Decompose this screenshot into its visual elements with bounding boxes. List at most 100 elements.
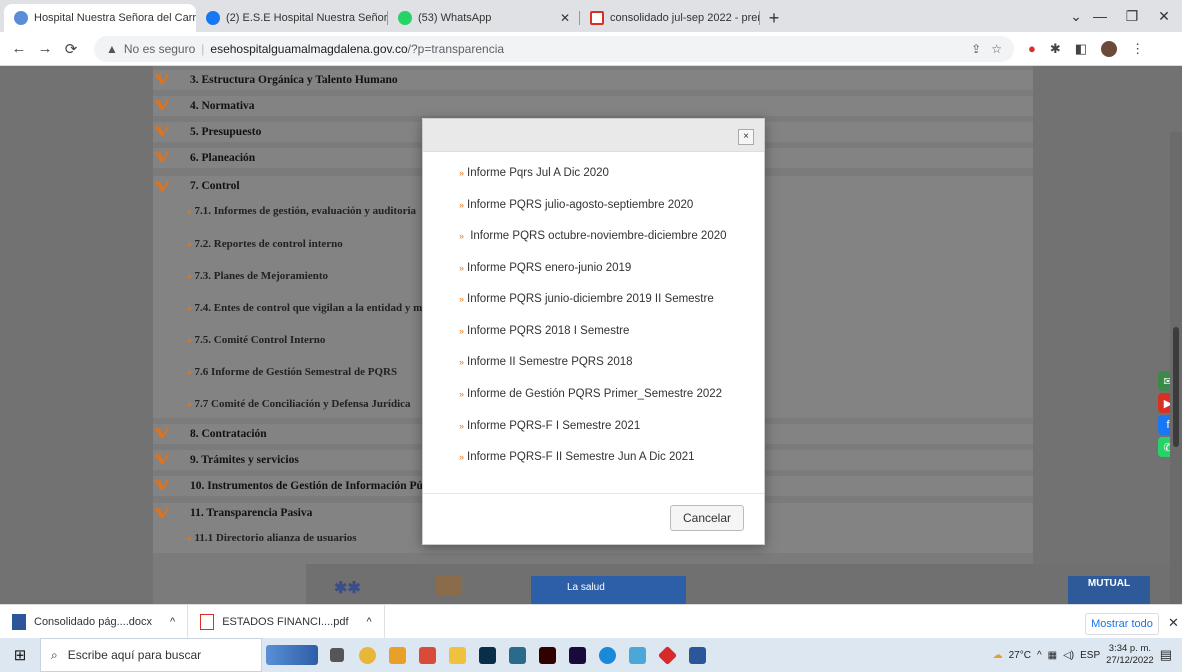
- download-item-pdf[interactable]: ESTADOS FINANCI....pdf ^: [188, 604, 385, 639]
- hospital-favicon-icon: [14, 11, 28, 25]
- windows-start-icon[interactable]: ⊞: [0, 646, 40, 664]
- section-3[interactable]: v 3. Estructura Orgánica y Talento Humano: [153, 68, 1033, 90]
- report-link[interactable]: » Informe PQRS junio-diciembre 2019 II Se…: [459, 293, 714, 305]
- subitem-7-3[interactable]: » 7.3. Planes de Mejoramiento: [187, 270, 328, 282]
- report-link[interactable]: » Informe PQRS-F I Semestre 2021: [459, 420, 640, 432]
- tab-gmail[interactable]: consolidado jul-sep 2022 - prens ✕: [580, 4, 760, 32]
- chevron-down-icon: v: [154, 145, 170, 167]
- downloads-bar: Consolidado pág....docx ^ ESTADOS FINANC…: [0, 604, 1182, 639]
- volume-icon[interactable]: ◁): [1063, 650, 1074, 661]
- clock-time: 3:34 p. m.: [1108, 643, 1152, 654]
- report-link[interactable]: » Informe Pqrs Jul A Dic 2020: [459, 167, 609, 179]
- download-item-docx[interactable]: Consolidado pág....docx ^: [0, 604, 189, 639]
- tab-hospital[interactable]: Hospital Nuestra Señora del Carr ✕: [4, 4, 196, 32]
- cancel-button[interactable]: Cancelar: [670, 505, 744, 531]
- pqrs-reports-modal: × » Informe Pqrs Jul A Dic 2020 » Informe …: [422, 118, 765, 545]
- url-host: esehospitalguamalmagdalena.gov.co: [210, 41, 408, 56]
- reload-icon[interactable]: ⟳: [58, 40, 84, 58]
- modal-header: ×: [423, 119, 764, 152]
- whatsapp-icon: [398, 11, 412, 25]
- subitem-7-6[interactable]: » 7.6 Informe de Gestión Semestral de PQR…: [187, 366, 397, 378]
- chevron-down-icon: v: [154, 119, 170, 141]
- back-icon[interactable]: ←: [6, 40, 32, 57]
- clock[interactable]: 3:34 p. m. 27/12/2022: [1106, 643, 1154, 667]
- subitem-7-7[interactable]: » 7.7 Comité de Conciliación y Defensa Ju…: [187, 398, 411, 410]
- app-icon[interactable]: [622, 638, 652, 672]
- report-link[interactable]: » Informe PQRS-F II Semestre Jun A Dic 20…: [459, 451, 695, 463]
- tab-label: Hospital Nuestra Señora del Carr: [34, 12, 196, 24]
- scrollbar-thumb[interactable]: [1173, 327, 1179, 447]
- show-all-downloads-button[interactable]: Mostrar todo: [1085, 613, 1159, 635]
- tab-whatsapp[interactable]: (53) WhatsApp ✕: [388, 4, 580, 32]
- word-file-icon: [12, 613, 26, 630]
- salud-logo: La salud: [531, 576, 686, 604]
- edge-icon[interactable]: [592, 638, 622, 672]
- weather-icon: ☁: [992, 649, 1003, 661]
- subitem-11-1[interactable]: » 11.1 Directorio alianza de usuarios: [187, 532, 357, 544]
- close-window-button[interactable]: ✕: [1144, 0, 1182, 32]
- chevron-up-icon[interactable]: ^: [170, 616, 175, 628]
- premiere-icon[interactable]: [562, 638, 592, 672]
- app-icon[interactable]: [412, 638, 442, 672]
- language-indicator[interactable]: ESP: [1080, 650, 1100, 661]
- extension-icon[interactable]: ●: [1028, 41, 1036, 56]
- search-icon: ⌕: [51, 647, 58, 662]
- illustrator-icon[interactable]: [532, 638, 562, 672]
- section-4[interactable]: v 4. Normativa: [153, 94, 1033, 116]
- scrollbar[interactable]: [1170, 132, 1182, 604]
- address-bar[interactable]: ▲ No es seguro | esehospitalguamalmagdal…: [94, 35, 1014, 62]
- forward-icon[interactable]: →: [32, 40, 58, 57]
- download-filename: ESTADOS FINANCI....pdf: [222, 615, 349, 628]
- chevron-down-icon: v: [154, 447, 170, 469]
- tab-label: consolidado jul-sep 2022 - prens: [610, 12, 760, 24]
- bookmark-star-icon[interactable]: ☆: [991, 42, 1002, 56]
- system-tray: ☁ 27°C ^ ▦ ◁) ESP 3:34 p. m. 27/12/2022 …: [993, 638, 1182, 672]
- task-view-icon[interactable]: [322, 638, 352, 672]
- photoshop-icon[interactable]: [472, 638, 502, 672]
- security-label[interactable]: No es seguro: [124, 42, 195, 56]
- word-icon[interactable]: [682, 638, 712, 672]
- chrome-icon[interactable]: [352, 638, 382, 672]
- tab-facebook[interactable]: (2) E.S.E Hospital Nuestra Señora ✕: [196, 4, 388, 32]
- sidepanel-icon[interactable]: ◧: [1075, 41, 1087, 57]
- tab-label: (53) WhatsApp: [418, 12, 492, 24]
- subitem-7-1[interactable]: » 7.1. Informes de gestión, evaluación y …: [187, 205, 416, 217]
- taskbar-search-input[interactable]: ⌕ Escribe aquí para buscar: [40, 638, 262, 672]
- report-link[interactable]: » Informe PQRS julio-agosto-septiembre 20…: [459, 199, 693, 211]
- profile-avatar[interactable]: [1101, 40, 1118, 57]
- share-icon[interactable]: ⇪: [971, 42, 981, 56]
- app-icon[interactable]: [502, 638, 532, 672]
- subitem-7-2[interactable]: » 7.2. Reportes de control interno: [187, 238, 343, 250]
- report-link[interactable]: » Informe PQRS octubre-noviembre-diciemb…: [459, 230, 727, 242]
- tray-chevron-icon[interactable]: ^: [1037, 650, 1042, 661]
- download-filename: Consolidado pág....docx: [34, 615, 153, 628]
- pdf-file-icon: [200, 613, 215, 630]
- chevron-up-icon[interactable]: ^: [367, 616, 372, 628]
- close-downloads-icon[interactable]: ✕: [1168, 615, 1179, 631]
- extensions-puzzle-icon[interactable]: ✱: [1050, 41, 1061, 57]
- weather-temp[interactable]: 27°C: [1009, 650, 1031, 661]
- logo-icon: ✱✱: [334, 580, 361, 597]
- report-link[interactable]: » Informe de Gestión PQRS Primer_Semestre…: [459, 388, 722, 400]
- modal-close-button[interactable]: ×: [738, 129, 754, 145]
- app-icon[interactable]: [652, 638, 682, 672]
- notifications-icon[interactable]: ▤: [1160, 647, 1172, 663]
- subitem-7-5[interactable]: » 7.5. Comité Control Interno: [187, 334, 325, 346]
- report-link[interactable]: » Informe PQRS 2018 I Semestre: [459, 325, 629, 337]
- taskbar-widget[interactable]: [262, 638, 322, 672]
- chevron-down-icon: v: [154, 67, 170, 89]
- url-path: /?p=transparencia: [407, 41, 505, 56]
- chevron-down-icon: v: [154, 473, 170, 495]
- report-link[interactable]: » Informe II Semestre PQRS 2018: [459, 356, 633, 368]
- shield-logo-icon: [436, 576, 462, 596]
- browser-menu-icon[interactable]: ⋮: [1131, 41, 1144, 57]
- chevron-down-icon: v: [154, 421, 170, 443]
- subitem-7-4[interactable]: » 7.4. Entes de control que vigilan a la …: [187, 302, 422, 314]
- report-link[interactable]: » Informe PQRS enero-junio 2019: [459, 262, 631, 274]
- file-explorer-icon[interactable]: [442, 638, 472, 672]
- close-tab-icon[interactable]: ✕: [560, 11, 570, 25]
- partner-logos: ✱✱ La salud MUTUAL: [306, 564, 1182, 604]
- app-icon[interactable]: [382, 638, 412, 672]
- new-tab-button[interactable]: +: [760, 4, 788, 32]
- network-icon[interactable]: ▦: [1048, 650, 1057, 661]
